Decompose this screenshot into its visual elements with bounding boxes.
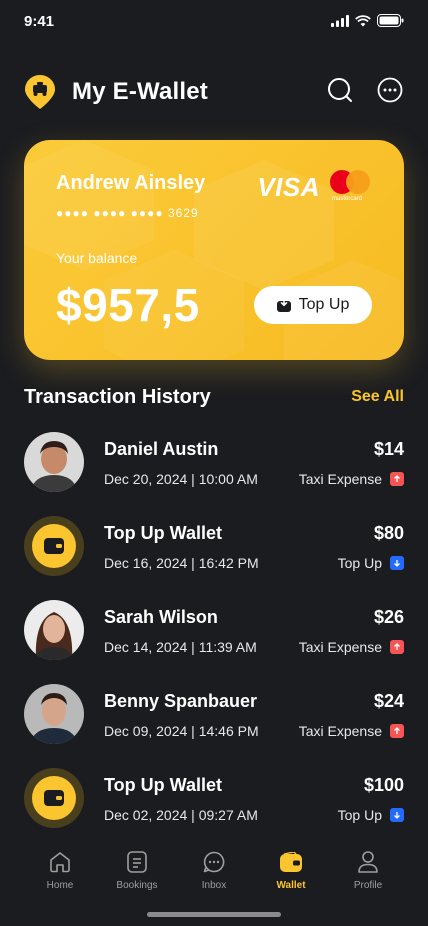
arrow-up-icon (390, 640, 404, 654)
transaction-amount: $14 (373, 439, 404, 459)
status-bar: 9:41 (0, 0, 428, 44)
nav-label: Wallet (276, 880, 306, 891)
transaction-name: Top Up Wallet (104, 523, 222, 543)
more-button[interactable] (376, 76, 404, 104)
mastercard-logo: mastercard (330, 170, 372, 204)
wallet-avatar (24, 516, 84, 576)
document-icon (127, 851, 147, 873)
wallet-icon (44, 538, 64, 554)
card-number: ●●●● ●●●● ●●●● 3629 (56, 206, 199, 220)
card-holder-name: Andrew Ainsley (56, 172, 206, 194)
home-indicator (147, 912, 281, 917)
page-title: My E-Wallet (72, 78, 208, 105)
chat-icon (203, 851, 225, 873)
status-icons (331, 14, 404, 27)
header-actions (326, 76, 404, 104)
transaction-item[interactable]: Top Up Wallet Dec 16, 2024 | 16:42 PM $8… (24, 516, 404, 600)
arrow-up-icon (390, 724, 404, 738)
transaction-type: Taxi Expense (298, 723, 382, 739)
transaction-amount: $80 (373, 523, 404, 543)
transaction-name: Daniel Austin (104, 439, 219, 459)
nav-home[interactable]: Home (22, 850, 98, 891)
visa-logo: VISA (257, 171, 320, 202)
transaction-date: Dec 20, 2024 | 10:00 AM (104, 471, 258, 487)
avatar (24, 600, 84, 660)
more-icon (377, 77, 403, 103)
app-header: My E-Wallet (24, 72, 404, 112)
avatar (24, 432, 84, 492)
nav-label: Home (46, 880, 74, 891)
transaction-date: Dec 14, 2024 | 11:39 AM (104, 639, 257, 655)
transaction-name: Benny Spanbauer (104, 691, 258, 711)
transaction-date: Dec 02, 2024 | 09:27 AM (104, 807, 258, 823)
nav-label: Inbox (201, 880, 227, 891)
transaction-date: Dec 09, 2024 | 14:46 PM (104, 723, 259, 739)
arrow-up-icon (390, 472, 404, 486)
transaction-list: Daniel Austin Dec 20, 2024 | 10:00 AM $1… (24, 432, 404, 852)
transaction-type: Taxi Expense (298, 639, 382, 655)
transaction-type: Taxi Expense (298, 471, 382, 487)
transaction-amount: $100 (363, 775, 404, 795)
transaction-item[interactable]: Benny Spanbauer Dec 09, 2024 | 14:46 PM … (24, 684, 404, 768)
transaction-type: Top Up (337, 555, 382, 571)
transaction-amount: $26 (373, 607, 404, 627)
signal-icon (331, 14, 349, 27)
nav-bookings[interactable]: Bookings (99, 850, 175, 891)
arrow-down-icon (390, 556, 404, 570)
avatar (24, 684, 84, 744)
search-icon (328, 78, 352, 102)
profile-icon (358, 851, 378, 873)
card-brand: VISA mastercard (257, 170, 372, 204)
taxi-pin-icon (25, 75, 55, 109)
wifi-icon (355, 14, 371, 26)
status-time: 9:41 (24, 13, 55, 30)
transaction-name: Top Up Wallet (104, 775, 222, 795)
top-up-button[interactable]: Top Up (254, 286, 372, 324)
battery-icon (377, 14, 404, 27)
balance-label: Your balance (56, 250, 138, 266)
arrow-down-icon (390, 808, 404, 822)
transaction-amount: $24 (373, 691, 404, 711)
balance-amount: $957,5 (56, 279, 200, 331)
mastercard-label: mastercard (332, 196, 363, 202)
transaction-item[interactable]: Daniel Austin Dec 20, 2024 | 10:00 AM $1… (24, 432, 404, 516)
nav-wallet[interactable]: Wallet (253, 850, 329, 891)
transaction-name: Sarah Wilson (104, 607, 218, 627)
nav-profile[interactable]: Profile (330, 850, 406, 891)
wallet-avatar (24, 768, 84, 828)
top-up-label: Top Up (298, 296, 350, 313)
wallet-icon (280, 852, 302, 872)
nav-label: Profile (353, 880, 383, 891)
transaction-date: Dec 16, 2024 | 16:42 PM (104, 555, 259, 571)
nav-inbox[interactable]: Inbox (176, 850, 252, 891)
transaction-type: Top Up (337, 807, 382, 823)
see-all-link[interactable]: See All (351, 388, 404, 406)
wallet-card: Andrew Ainsley ●●●● ●●●● ●●●● 3629 VISA … (24, 140, 404, 360)
transaction-item[interactable]: Sarah Wilson Dec 14, 2024 | 11:39 AM $26… (24, 600, 404, 684)
search-button[interactable] (326, 76, 354, 104)
home-icon (50, 852, 70, 873)
transaction-history-title: Transaction History (24, 386, 211, 408)
nav-label: Bookings (116, 880, 158, 891)
download-icon (276, 298, 291, 312)
wallet-icon (44, 790, 64, 806)
